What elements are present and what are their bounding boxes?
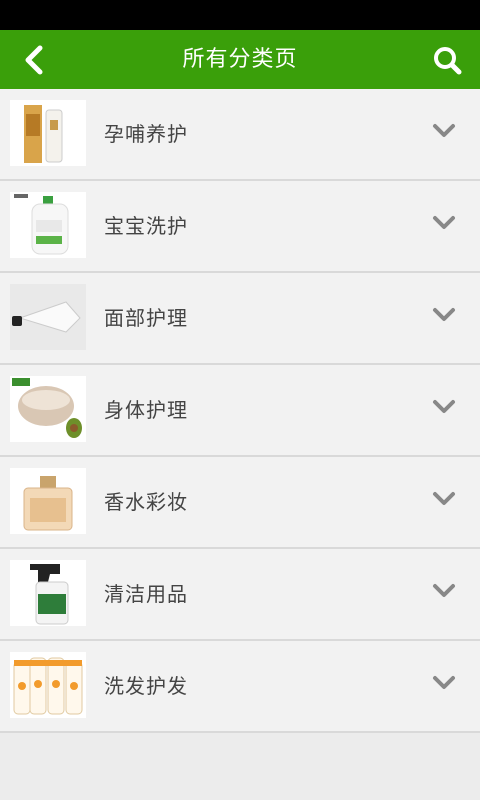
chevron-down-icon[interactable] bbox=[430, 577, 458, 605]
category-label: 清洁用品 bbox=[104, 582, 188, 606]
face-cream-tube-image bbox=[10, 284, 86, 350]
category-row[interactable]: 面部护理 bbox=[0, 273, 480, 365]
category-row[interactable]: 清洁用品 bbox=[0, 549, 480, 641]
category-row[interactable]: 孕哺养护 bbox=[0, 89, 480, 181]
category-row[interactable]: 身体护理 bbox=[0, 365, 480, 457]
category-label: 面部护理 bbox=[104, 306, 188, 330]
shampoo-bottles-image bbox=[10, 652, 86, 718]
search-icon bbox=[434, 47, 462, 75]
status-bar bbox=[0, 0, 480, 30]
category-label: 香水彩妆 bbox=[104, 490, 188, 514]
chevron-down-icon[interactable] bbox=[430, 485, 458, 513]
category-row[interactable]: 香水彩妆 bbox=[0, 457, 480, 549]
chevron-down-icon[interactable] bbox=[430, 393, 458, 421]
category-row[interactable]: 洗发护发 bbox=[0, 641, 480, 733]
maternity-products-image bbox=[10, 100, 86, 166]
spray-cleaner-image bbox=[10, 560, 86, 626]
category-row[interactable]: 宝宝洗护 bbox=[0, 181, 480, 273]
category-label: 身体护理 bbox=[104, 398, 188, 422]
category-label: 洗发护发 bbox=[104, 674, 188, 698]
chevron-down-icon[interactable] bbox=[430, 209, 458, 237]
category-list: 孕哺养护 宝宝洗护 面部护理 身体护理 香水彩妆 清洁用品 洗发护发 bbox=[0, 89, 480, 733]
chevron-down-icon[interactable] bbox=[430, 301, 458, 329]
chevron-down-icon[interactable] bbox=[430, 117, 458, 145]
category-label: 孕哺养护 bbox=[104, 122, 188, 146]
search-button[interactable] bbox=[428, 40, 468, 80]
perfume-bottle-image bbox=[10, 468, 86, 534]
baby-wash-bottle-image bbox=[10, 192, 86, 258]
body-scrub-jar-image bbox=[10, 376, 86, 442]
chevron-down-icon[interactable] bbox=[430, 669, 458, 697]
app-bar: 所有分类页 bbox=[0, 30, 480, 89]
page-title: 所有分类页 bbox=[182, 47, 298, 72]
category-label: 宝宝洗护 bbox=[104, 214, 188, 238]
